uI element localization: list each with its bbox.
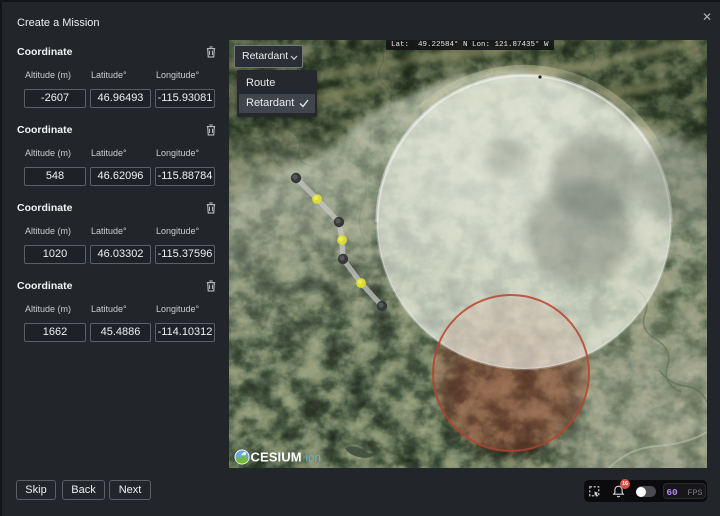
svg-text:ion: ion: [306, 453, 321, 465]
svg-text:CESIUM: CESIUM: [251, 450, 302, 465]
